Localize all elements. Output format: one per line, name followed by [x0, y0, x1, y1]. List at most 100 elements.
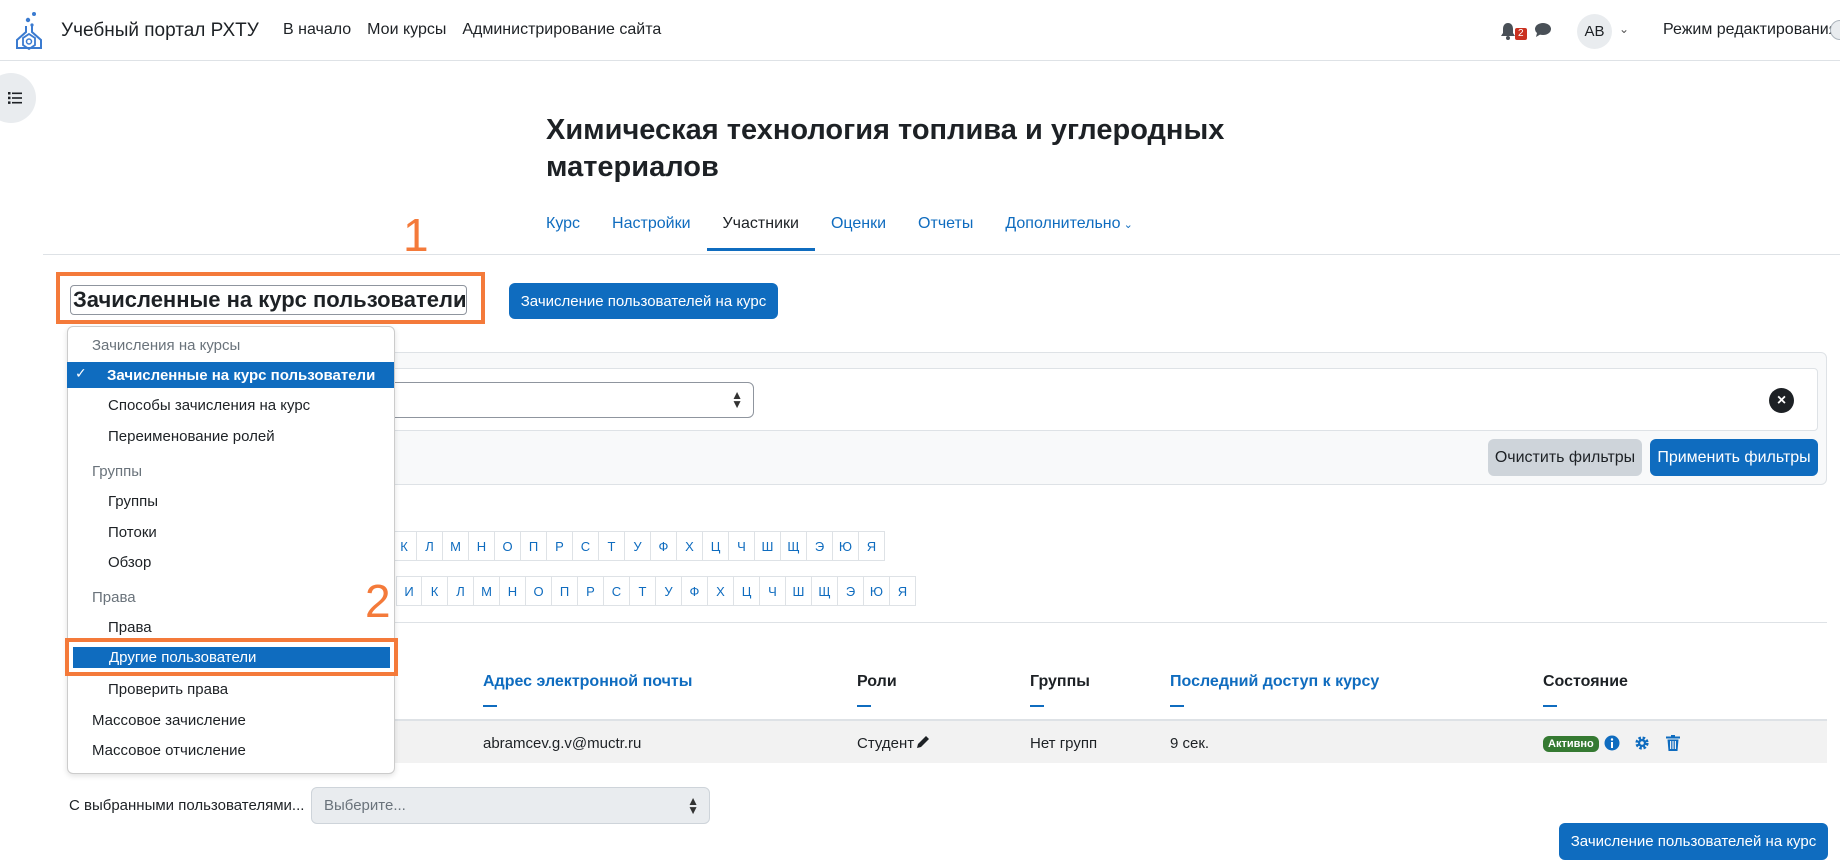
site-logo-icon[interactable]: [12, 10, 46, 52]
menu-item-bulk-unenrol[interactable]: Массовое отчисление: [92, 742, 246, 759]
first-name-initial-letter[interactable]: Э: [807, 531, 833, 561]
tab-settings[interactable]: Настройки: [612, 215, 690, 251]
last-name-initial-letter[interactable]: Щ: [812, 576, 838, 606]
nav-link-site-admin[interactable]: Администрирование сайта: [462, 21, 661, 39]
first-name-initial-letter[interactable]: Ф: [651, 531, 677, 561]
first-name-initial-letter[interactable]: С: [573, 531, 599, 561]
first-name-initial-letter[interactable]: Щ: [781, 531, 807, 561]
last-name-initial-letter[interactable]: Ц: [734, 576, 760, 606]
last-name-initial-letter[interactable]: Л: [448, 576, 474, 606]
last-name-initial-letter[interactable]: П: [552, 576, 578, 606]
list-icon: [8, 92, 22, 104]
first-name-initial-letter[interactable]: Ц: [703, 531, 729, 561]
notification-count-badge: 2: [1515, 28, 1527, 40]
first-name-initial-letter[interactable]: Л: [417, 531, 443, 561]
menu-item-groups[interactable]: Группы: [108, 493, 158, 510]
annotation-number-1: 1: [403, 209, 429, 261]
last-name-initial-letter[interactable]: С: [604, 576, 630, 606]
menu-item-bulk-enrol[interactable]: Массовое зачисление: [92, 712, 246, 729]
clear-filters-button[interactable]: Очистить фильтры: [1488, 439, 1642, 476]
first-name-initial-letter[interactable]: Ш: [755, 531, 781, 561]
messages-icon[interactable]: [1534, 22, 1552, 38]
column-header-email[interactable]: Адрес электронной почты: [483, 673, 692, 707]
first-name-initial-letter[interactable]: Я: [859, 531, 885, 561]
enrol-users-button[interactable]: Зачисление пользователей на курс: [509, 283, 778, 319]
bulk-actions-select[interactable]: Выберите... ▲ ▼: [311, 787, 710, 824]
last-name-initial-letter[interactable]: Н: [500, 576, 526, 606]
first-name-initial-letter[interactable]: У: [625, 531, 651, 561]
menu-item-other-users-label: Другие пользователи: [109, 649, 257, 666]
last-name-initial-letter[interactable]: И: [396, 576, 422, 606]
row-email: abramcev.g.v@muctr.ru: [483, 735, 642, 752]
column-header-last-access[interactable]: Последний доступ к курсу: [1170, 673, 1379, 707]
tab-grades[interactable]: Оценки: [831, 215, 886, 251]
enrol-users-button-bottom[interactable]: Зачисление пользователей на курс: [1559, 823, 1828, 860]
page-title: Химическая технология топлива и углеродн…: [546, 114, 1225, 183]
tab-reports[interactable]: Отчеты: [918, 215, 973, 251]
menu-item-permissions[interactable]: Права: [108, 619, 152, 636]
user-avatar[interactable]: АВ: [1577, 14, 1612, 49]
chevron-down-icon: ⌄: [451, 292, 462, 306]
first-name-initial-letter[interactable]: Н: [469, 531, 495, 561]
last-name-initial-letter[interactable]: Ш: [786, 576, 812, 606]
status-badge: Активно: [1543, 736, 1599, 752]
nav-link-home[interactable]: В начало: [283, 21, 351, 39]
menu-group-enrolments: Зачисления на курсы: [92, 337, 241, 354]
gear-icon[interactable]: [1634, 735, 1650, 751]
menu-item-groupings[interactable]: Потоки: [108, 524, 157, 541]
first-name-initial-letter[interactable]: Ю: [833, 531, 859, 561]
last-name-initial-letter[interactable]: Р: [578, 576, 604, 606]
course-secondary-navigation: Курс Настройки Участники Оценки Отчеты Д…: [546, 215, 1165, 251]
annotation-number-2: 2: [365, 575, 391, 627]
menu-item-enrolled-users-label: Зачисленные на курс пользователи: [107, 367, 376, 384]
first-name-initial-letter[interactable]: Т: [599, 531, 625, 561]
last-name-initial-letter[interactable]: Х: [708, 576, 734, 606]
last-name-initial-letter[interactable]: Ю: [864, 576, 890, 606]
column-header-last-access-label: Последний доступ к курсу: [1170, 673, 1380, 690]
site-name[interactable]: Учебный портал РХТУ: [61, 20, 259, 42]
sort-dash-icon: [1170, 705, 1184, 707]
participants-page-select[interactable]: Зачисленные на курс пользователи ⌄: [70, 285, 467, 315]
edit-pencil-icon[interactable]: [915, 734, 931, 750]
remove-filter-icon[interactable]: ×: [1769, 388, 1794, 413]
apply-filters-button[interactable]: Применить фильтры: [1650, 439, 1818, 476]
last-name-initial-letter[interactable]: Т: [630, 576, 656, 606]
menu-item-rename-roles[interactable]: Переименование ролей: [108, 428, 275, 445]
menu-item-enrolled-users[interactable]: ✓ Зачисленные на курс пользователи: [67, 362, 394, 388]
participants-page-select-value: Зачисленные на курс пользователи: [73, 287, 467, 312]
last-name-initial-letter[interactable]: У: [656, 576, 682, 606]
info-icon[interactable]: [1604, 735, 1620, 751]
nav-link-my-courses[interactable]: Мои курсы: [367, 21, 446, 39]
annotation-highlight-box: Другие пользователи: [65, 638, 398, 676]
menu-item-check-permissions[interactable]: Проверить права: [108, 681, 228, 698]
column-header-roles: Роли: [857, 673, 897, 707]
first-name-initial-letter[interactable]: О: [495, 531, 521, 561]
menu-item-overview[interactable]: Обзор: [108, 554, 151, 571]
select-arrows-icon: ▲ ▼: [687, 794, 699, 817]
menu-item-enrolment-methods[interactable]: Способы зачисления на курс: [108, 397, 310, 414]
first-name-initial-letter[interactable]: М: [443, 531, 469, 561]
sort-dash-icon: [1030, 705, 1044, 707]
last-name-initial-letter[interactable]: М: [474, 576, 500, 606]
primary-navigation: В начало Мои курсы Администрирование сай…: [283, 21, 661, 39]
tab-participants[interactable]: Участники: [706, 215, 816, 251]
menu-group-permissions: Права: [92, 589, 136, 606]
first-name-initial-letter[interactable]: П: [521, 531, 547, 561]
last-name-initial-letter[interactable]: Ч: [760, 576, 786, 606]
first-name-initial-letter[interactable]: Ч: [729, 531, 755, 561]
last-name-initial-letter[interactable]: Я: [890, 576, 916, 606]
tab-more[interactable]: Дополнительно ⌄: [1005, 215, 1132, 251]
sort-dash-icon: [857, 705, 871, 707]
chevron-down-icon[interactable]: ⌄: [1619, 22, 1629, 36]
last-name-initial-letter[interactable]: О: [526, 576, 552, 606]
last-name-initial-letter[interactable]: Ф: [682, 576, 708, 606]
annotation-highlight-box: Зачисленные на курс пользователи ⌄: [56, 272, 485, 324]
last-name-initial-letter[interactable]: Э: [838, 576, 864, 606]
course-index-toggle[interactable]: [0, 73, 36, 123]
first-name-initial-letter[interactable]: Р: [547, 531, 573, 561]
last-name-initial-letter[interactable]: К: [422, 576, 448, 606]
first-name-initial-letter[interactable]: Х: [677, 531, 703, 561]
trash-icon[interactable]: [1666, 735, 1680, 751]
notification-bell-icon[interactable]: [1500, 22, 1516, 40]
tab-course[interactable]: Курс: [546, 215, 580, 251]
